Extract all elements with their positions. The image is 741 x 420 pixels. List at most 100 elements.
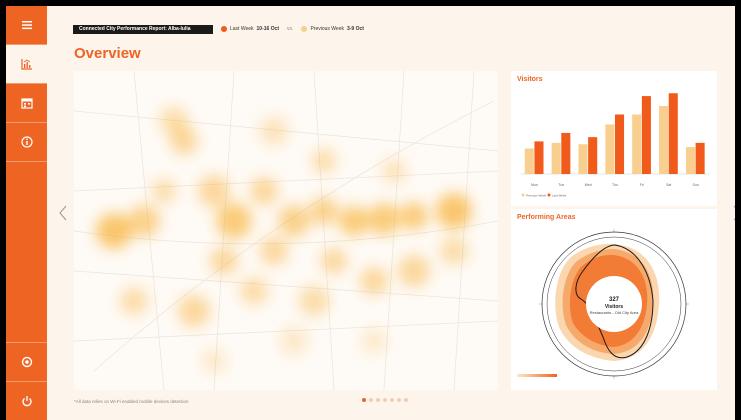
heat-blob: [299, 286, 329, 316]
legend-label: Last Week: [552, 194, 567, 198]
bar-previous-mon[interactable]: [524, 148, 534, 175]
heatmap-card[interactable]: [74, 71, 498, 390]
heat-blob: [310, 197, 338, 225]
heat-blob: [321, 248, 347, 274]
heat-blob: [198, 175, 230, 207]
bar-last-wed[interactable]: [588, 137, 598, 174]
heat-blob: [260, 117, 288, 145]
heat-blob: [280, 327, 308, 355]
heat-blob: [216, 203, 252, 239]
page-title: Overview: [74, 45, 141, 62]
center-value: 327: [609, 297, 620, 303]
sidebar-item-info[interactable]: [6, 123, 47, 161]
last-week-dot-icon: [221, 26, 227, 32]
bar-last-sat[interactable]: [668, 93, 678, 174]
page-dot[interactable]: [369, 398, 373, 402]
x-tick-label: Mon: [531, 183, 538, 187]
heat-blob: [178, 295, 210, 327]
bar-last-sun[interactable]: [695, 142, 705, 174]
main-content: Connected City Performance Report: Alba-…: [47, 6, 735, 420]
last-week-label: Last Week: [230, 26, 254, 32]
previous-week-dates: 3-9 Oct: [346, 26, 364, 32]
traffic-scale-bar: [517, 374, 557, 377]
heat-blob: [368, 203, 400, 235]
page-dot[interactable]: [383, 398, 387, 402]
x-tick-label: Thu: [612, 183, 618, 187]
heat-blob: [160, 107, 188, 135]
chevron-right-icon[interactable]: [731, 204, 735, 222]
chart-icon: [20, 59, 32, 70]
areas-radial-chart: 327 Visitors Restaurants - Old City Area: [517, 229, 689, 379]
x-tick-label: Fri: [640, 183, 644, 187]
bar-previous-wed[interactable]: [578, 144, 588, 174]
power-button[interactable]: [6, 382, 47, 420]
page-indicator: [362, 398, 408, 402]
heat-blob: [339, 206, 369, 236]
menu-button[interactable]: [6, 6, 47, 44]
previous-week-dot-icon: [301, 26, 308, 32]
sidebar-item-calendar[interactable]: [6, 84, 47, 122]
page-dot[interactable]: [404, 398, 408, 402]
info-icon: [20, 136, 33, 148]
heat-blob: [152, 179, 176, 203]
heat-blob: [240, 277, 268, 305]
page-dot[interactable]: [376, 398, 380, 402]
settings-button[interactable]: [6, 343, 47, 381]
versus-label: vs.: [287, 26, 294, 32]
settings-icon: [21, 356, 32, 368]
visitors-card: Visitors Mon Tue Wed Thu Fri Sat Sun Previous W…: [511, 71, 717, 206]
center-sub: Restaurants - Old City Area: [590, 310, 639, 315]
heat-blob: [96, 213, 132, 249]
heat-blob: [360, 267, 388, 295]
visitors-bar-chart: Mon Tue Wed Thu Fri Sat Sun Previous Week Last W…: [521, 93, 709, 198]
x-tick-label: Wed: [585, 183, 592, 187]
bar-last-mon[interactable]: [534, 141, 544, 174]
bar-previous-fri[interactable]: [632, 114, 642, 175]
x-tick-label: Tue: [558, 183, 564, 187]
bar-previous-tue[interactable]: [551, 142, 561, 174]
bar-last-tue[interactable]: [561, 132, 571, 174]
legend-last-week[interactable]: Last Week 10-16 Oct: [221, 26, 279, 32]
heat-blob: [128, 205, 160, 237]
heat-blob: [382, 159, 406, 183]
heat-blob: [312, 149, 336, 173]
last-week-dates: 10-16 Oct: [256, 26, 280, 32]
power-icon: [21, 396, 32, 407]
heat-blob: [362, 329, 386, 353]
heatmap-map[interactable]: [74, 71, 498, 390]
heat-blob: [400, 202, 428, 230]
heat-blob: [260, 237, 288, 265]
x-tick-label: Sat: [666, 183, 671, 187]
legend-previous-week[interactable]: Previous Week 3-9 Oct: [301, 26, 364, 32]
footnote: *All data relies on Wi-Fi enabled mobile…: [74, 399, 189, 404]
areas-title: Performing Areas: [517, 214, 576, 221]
bar-previous-sun[interactable]: [685, 147, 695, 174]
bar-previous-thu[interactable]: [605, 124, 615, 174]
heat-blob: [440, 237, 468, 265]
heat-blob: [398, 255, 430, 287]
legend-label: Previous Week: [526, 194, 547, 198]
heat-blob: [210, 247, 238, 275]
visitors-title: Visitors: [517, 76, 543, 83]
heat-blob: [436, 193, 472, 229]
report-header: Connected City Performance Report: Alba-…: [73, 24, 364, 34]
heat-blob: [120, 287, 148, 315]
page-dot[interactable]: [362, 398, 366, 402]
page-dot[interactable]: [390, 398, 394, 402]
previous-week-label: Previous Week: [310, 26, 344, 32]
calendar-icon: [20, 98, 33, 109]
page-dot[interactable]: [397, 398, 401, 402]
legend-swatch: [521, 193, 525, 197]
bar-last-thu[interactable]: [615, 114, 625, 175]
sidebar-item-overview[interactable]: [6, 45, 47, 83]
bar-previous-sat[interactable]: [659, 106, 669, 174]
bar-last-fri[interactable]: [641, 96, 651, 174]
menu-icon: [21, 21, 32, 30]
heat-blob: [202, 349, 226, 373]
chevron-left-icon[interactable]: [57, 204, 69, 222]
heat-blob: [278, 205, 310, 237]
x-tick-label: Sun: [692, 183, 698, 187]
legend-swatch: [547, 193, 551, 197]
performing-areas-card: Performing Areas 327 Visitors Restaurant…: [511, 209, 717, 390]
sidebar-divider: [6, 161, 47, 162]
